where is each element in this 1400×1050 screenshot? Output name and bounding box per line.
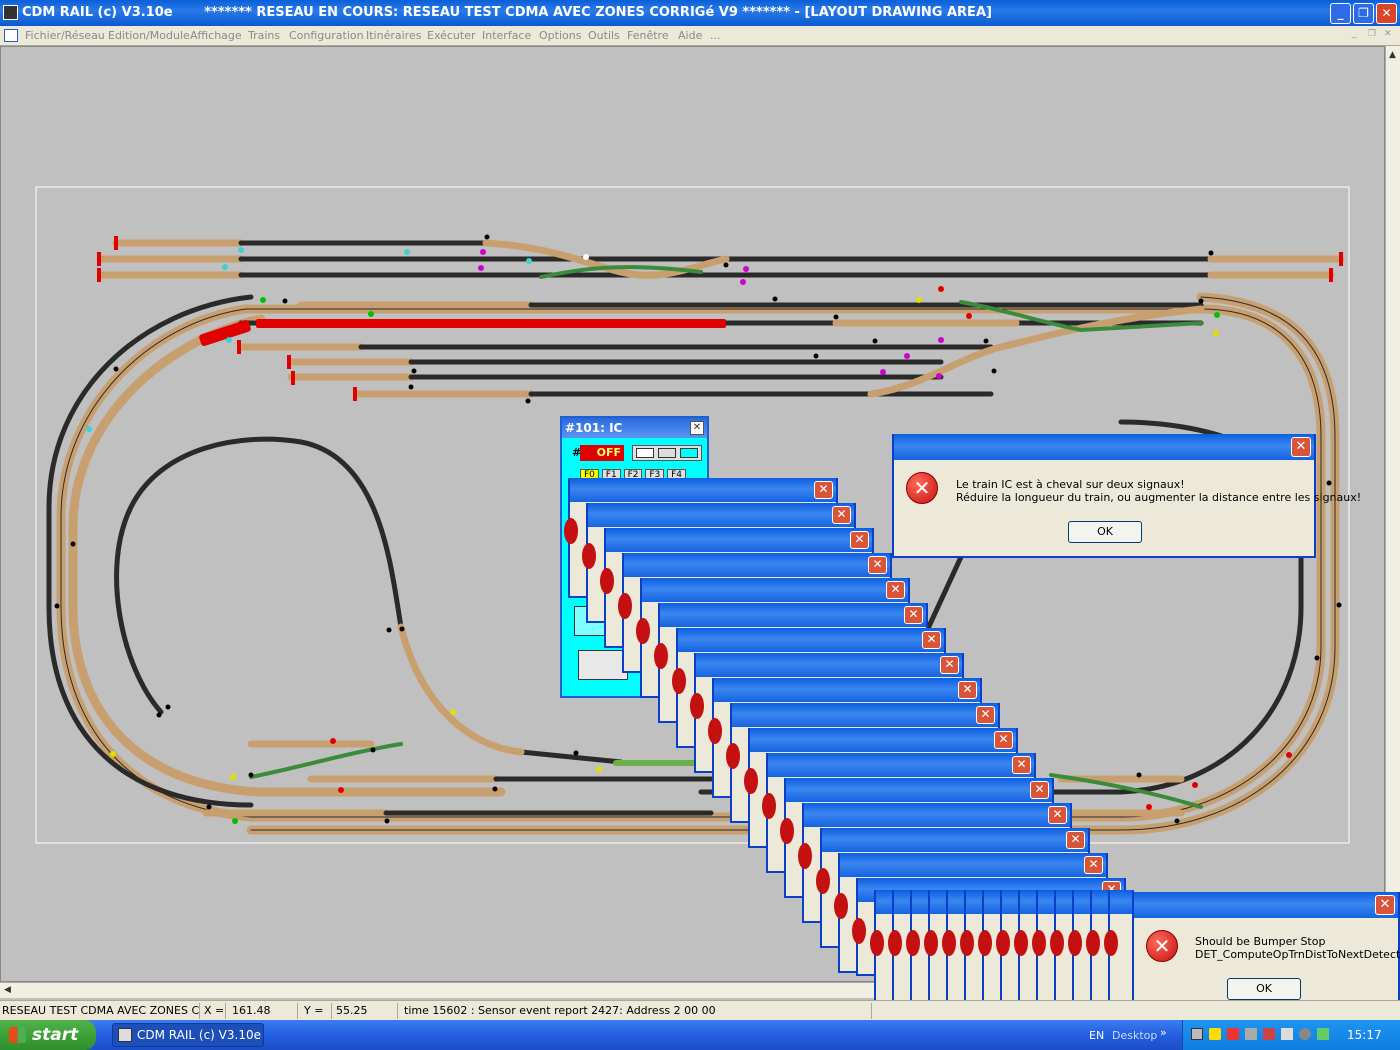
close-icon[interactable]: ✕: [904, 606, 923, 624]
mdi-restore-icon[interactable]: ❐: [1368, 29, 1376, 39]
close-icon[interactable]: ✕: [1048, 806, 1067, 824]
close-icon[interactable]: ✕: [994, 731, 1013, 749]
menu-fichier[interactable]: Fichier/Réseau: [25, 29, 105, 42]
menu-edition[interactable]: Edition/Module: [108, 29, 190, 42]
tray-app-icon[interactable]: [1245, 1028, 1257, 1040]
status-event: time 15602 : Sensor event report 2427: A…: [402, 1003, 872, 1019]
menu-aide[interactable]: Aide: [678, 29, 702, 42]
mdi-close-icon[interactable]: ✕: [1384, 29, 1392, 39]
app-title-bar[interactable]: CDM RAIL (c) V3.10e ******* RESEAU EN CO…: [0, 0, 1400, 26]
error-icon: ✕: [1146, 930, 1178, 962]
dialog-message-line1: Should be Bumper Stop: [1195, 935, 1326, 948]
close-icon[interactable]: ✕: [1012, 756, 1031, 774]
window-title: CDM RAIL (c) V3.10e ******* RESEAU EN CO…: [22, 5, 992, 20]
menu-more[interactable]: ...: [710, 29, 721, 42]
dialog-close-button[interactable]: ✕: [1375, 895, 1395, 915]
close-icon[interactable]: ✕: [976, 706, 995, 724]
menu-outils[interactable]: Outils: [588, 29, 620, 42]
taskbar: start CDM RAIL (c) V3.10e ... EN Desktop…: [0, 1020, 1400, 1050]
ok-button[interactable]: OK: [1068, 521, 1142, 543]
station-tracks: [97, 239, 1345, 398]
taskbar-item-cdm-rail[interactable]: CDM RAIL (c) V3.10e ...: [112, 1023, 264, 1047]
close-icon[interactable]: ✕: [832, 506, 851, 524]
scroll-left-icon[interactable]: ◀: [4, 985, 11, 995]
dialog-close-button[interactable]: ✕: [1291, 437, 1311, 457]
shield-icon[interactable]: [1209, 1028, 1221, 1040]
menu-fenetre[interactable]: Fenêtre: [627, 29, 669, 42]
cdm-rail-icon[interactable]: [3, 5, 18, 20]
error-dialog-stack[interactable]: [1104, 890, 1134, 1014]
close-button[interactable]: ✕: [1376, 3, 1397, 24]
mdi-document-icon[interactable]: [4, 29, 18, 42]
cdm-rail-icon: [118, 1028, 132, 1042]
network-icon[interactable]: [1191, 1028, 1203, 1040]
start-button[interactable]: start: [0, 1020, 96, 1050]
menu-executer[interactable]: Exécuter: [427, 29, 476, 42]
close-icon[interactable]: ✕: [940, 656, 959, 674]
mdi-minimize-icon[interactable]: _: [1352, 29, 1357, 39]
close-icon[interactable]: ✕: [886, 581, 905, 599]
tray-app-icon[interactable]: [1263, 1028, 1275, 1040]
status-bar: RESEAU TEST CDMA AVEC ZONES CORRIGé V9 X…: [0, 1000, 1400, 1020]
tray-app-icon[interactable]: [1281, 1028, 1293, 1040]
train-ic: [199, 319, 726, 346]
dialog-message-line2: Réduire la longueur du train, ou augment…: [956, 491, 1362, 504]
close-icon[interactable]: ✕: [1084, 856, 1103, 874]
menu-configuration[interactable]: Configuration: [289, 29, 364, 42]
close-icon[interactable]: ✕: [922, 631, 941, 649]
train-control-title: #101: IC: [562, 418, 707, 438]
close-icon[interactable]: ✕: [1030, 781, 1049, 799]
speaker-icon[interactable]: [1299, 1028, 1311, 1040]
system-tray: 15:17: [1182, 1020, 1400, 1050]
close-icon[interactable]: ✕: [690, 421, 704, 435]
close-icon[interactable]: ✕: [1066, 831, 1085, 849]
train-status-display: OFF: [580, 445, 624, 461]
restore-button[interactable]: ❐: [1353, 3, 1374, 24]
status-y-label: Y =: [302, 1003, 332, 1019]
language-indicator[interactable]: EN: [1089, 1029, 1104, 1042]
dialog-caption[interactable]: [894, 434, 1314, 460]
status-network: RESEAU TEST CDMA AVEC ZONES CORRIGé V9: [2, 1003, 200, 1019]
desktop-toolbar[interactable]: Desktop: [1112, 1029, 1157, 1042]
clock[interactable]: 15:17: [1347, 1028, 1382, 1042]
menu-options[interactable]: Options: [539, 29, 581, 42]
close-icon[interactable]: ✕: [850, 531, 869, 549]
menu-interface[interactable]: Interface: [482, 29, 531, 42]
error-dialog-main[interactable]: ✕ ✕ Le train IC est à cheval sur deux si…: [892, 434, 1361, 558]
dialog-message-line1: Le train IC est à cheval sur deux signau…: [956, 478, 1185, 491]
status-x-label: X =: [204, 1003, 226, 1019]
close-icon[interactable]: ✕: [868, 556, 887, 574]
menu-trains[interactable]: Trains: [248, 29, 280, 42]
dialog-caption[interactable]: [1134, 892, 1398, 918]
direction-buttons[interactable]: [632, 445, 702, 461]
scroll-up-icon[interactable]: ▲: [1389, 50, 1396, 60]
windows-logo-icon: [9, 1027, 26, 1043]
dialog-message-line2: DET_ComputeOpTrnDistToNextDetector: [1195, 948, 1400, 961]
tray-app-icon[interactable]: [1317, 1028, 1329, 1040]
error-icon: ✕: [906, 472, 938, 504]
minimize-button[interactable]: _: [1330, 3, 1351, 24]
chevron-icon[interactable]: »: [1160, 1026, 1167, 1039]
start-label: start: [32, 1025, 79, 1045]
error-dialog-bottom[interactable]: ✕ ✕ Should be Bumper Stop DET_ComputeOpT…: [1132, 892, 1400, 1014]
ok-button[interactable]: OK: [1227, 978, 1301, 1000]
vertical-scrollbar[interactable]: ▲ ▼: [1385, 46, 1400, 982]
close-icon[interactable]: ✕: [814, 481, 833, 499]
status-y-value: 55.25: [334, 1003, 398, 1019]
close-icon[interactable]: ✕: [958, 681, 977, 699]
menu-bar: Fichier/Réseau Edition/Module Affichage …: [0, 26, 1400, 46]
ati-icon[interactable]: [1227, 1028, 1239, 1040]
status-x-value: 161.48: [228, 1003, 298, 1019]
menu-affichage[interactable]: Affichage: [190, 29, 242, 42]
control-button[interactable]: [578, 650, 628, 680]
taskbar-item-label: CDM RAIL (c) V3.10e ...: [137, 1028, 264, 1042]
menu-itineraires[interactable]: Itinéraires: [366, 29, 421, 42]
teardrop-loop: [114, 436, 624, 765]
